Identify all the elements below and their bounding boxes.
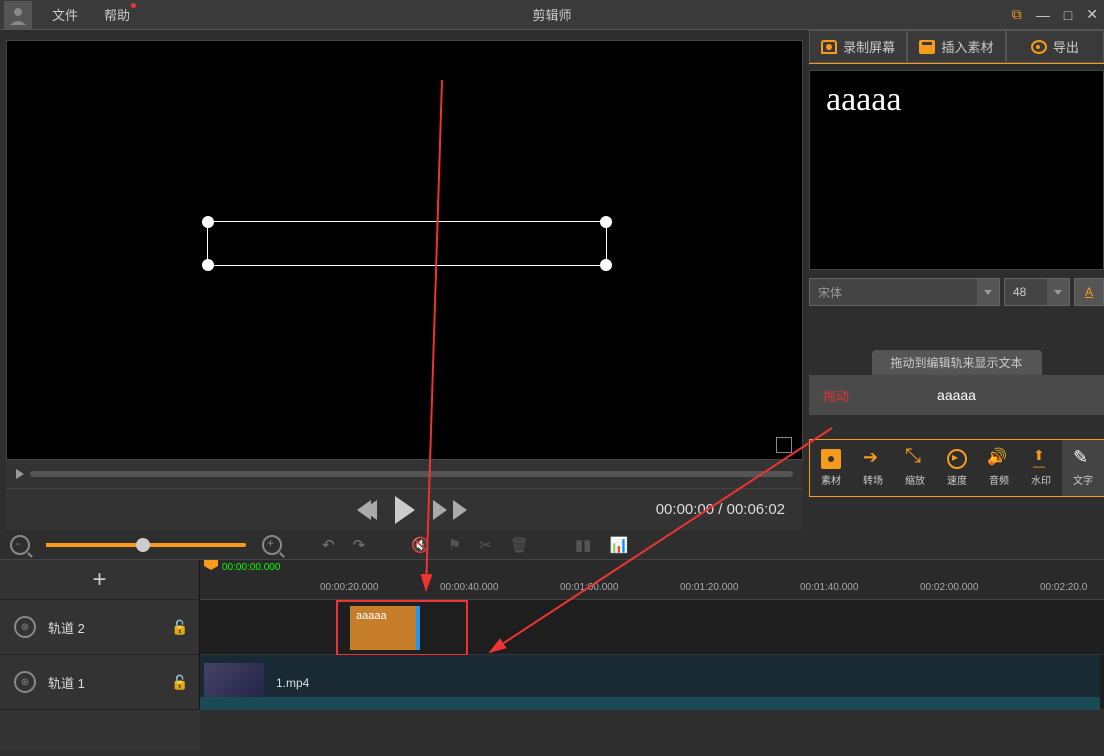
font-size-select[interactable]: 48 <box>1004 278 1070 306</box>
tool-transition[interactable]: 转场 <box>852 440 894 496</box>
font-color-button[interactable]: A <box>1074 278 1104 306</box>
bars-icon[interactable]: ▮▮ <box>575 536 592 554</box>
scale-icon <box>905 449 925 469</box>
undo-icon[interactable]: ↶ <box>322 536 335 554</box>
record-screen-button[interactable]: 录制屏幕 <box>809 30 907 63</box>
resize-handle-tr[interactable] <box>600 216 612 228</box>
text-drag-item[interactable]: 拖动 aaaaa <box>809 375 1104 415</box>
preview-area <box>6 40 803 460</box>
waveform <box>200 688 1100 710</box>
film-icon: ⊛ <box>14 671 36 693</box>
mute-icon[interactable]: 🔇 <box>411 536 430 554</box>
menu-file[interactable]: 文件 <box>52 5 78 24</box>
pencil-icon <box>1073 449 1093 469</box>
zoom-in-icon[interactable]: + <box>262 535 282 555</box>
popout-icon[interactable]: ⧉ <box>1012 6 1022 23</box>
seek-bar[interactable] <box>6 460 803 488</box>
text-overlay-box[interactable] <box>207 221 607 266</box>
delete-icon[interactable]: 🗑 <box>510 536 529 554</box>
zoom-slider[interactable] <box>46 543 246 547</box>
tool-scale[interactable]: 缩放 <box>894 440 936 496</box>
rewind-button[interactable] <box>363 500 377 520</box>
resize-handle-tl[interactable] <box>202 216 214 228</box>
font-select[interactable]: 宋体 <box>809 278 1000 306</box>
app-title: 剪辑师 <box>532 5 571 24</box>
menu-help[interactable]: 帮助 <box>104 5 130 24</box>
resize-handle-br[interactable] <box>600 259 612 271</box>
speed-icon <box>947 449 967 469</box>
timeline-ruler[interactable]: 00:00:00.000 00:00:20.000 00:00:40.000 0… <box>200 560 1104 600</box>
track-1-lane[interactable]: 1.mp4 <box>200 655 1104 710</box>
timecode-display: 00:00:00 / 00:06:02 <box>656 501 785 518</box>
minimize-button[interactable]: — <box>1036 7 1050 23</box>
lock-icon[interactable]: 🔓 <box>171 619 187 635</box>
close-button[interactable]: ✕ <box>1086 6 1098 23</box>
flag-icon[interactable]: ⚑ <box>448 536 461 554</box>
arrow-icon <box>863 449 883 469</box>
user-avatar[interactable] <box>4 1 32 29</box>
text-preview-label: aaaaa <box>937 387 976 403</box>
forward-button[interactable] <box>433 500 447 520</box>
text-input[interactable]: aaaaa <box>809 70 1104 270</box>
text-clip[interactable]: aaaaa <box>350 606 420 650</box>
mini-play-icon[interactable] <box>16 469 24 479</box>
track-2-lane[interactable]: aaaaa <box>200 600 1104 655</box>
playhead[interactable]: 00:00:00.000 <box>210 562 280 573</box>
insert-media-button[interactable]: 插入素材 <box>907 30 1005 63</box>
track-header-2[interactable]: ⊛ 轨道 2 🔓 <box>0 600 200 655</box>
fullscreen-icon[interactable] <box>776 437 792 453</box>
tool-audio[interactable]: 音频 <box>978 440 1020 496</box>
film-icon: ⊛ <box>14 616 36 638</box>
tool-speed[interactable]: 速度 <box>936 440 978 496</box>
maximize-button[interactable]: □ <box>1064 7 1072 23</box>
export-button[interactable]: 导出 <box>1006 30 1104 63</box>
chart-icon[interactable]: 📊 <box>609 536 628 554</box>
redo-icon[interactable]: ↷ <box>353 536 366 554</box>
volume-icon <box>989 449 1009 469</box>
zoom-out-icon[interactable]: - <box>10 535 30 555</box>
tool-text[interactable]: 文字 <box>1062 440 1104 496</box>
play-button[interactable] <box>395 496 415 524</box>
watermark-icon <box>1031 449 1051 469</box>
track-header-1[interactable]: ⊛ 轨道 1 🔓 <box>0 655 200 710</box>
hint-tab: 拖动到编辑轨来显示文本 <box>872 350 1042 375</box>
tool-watermark[interactable]: 水印 <box>1020 440 1062 496</box>
resize-handle-bl[interactable] <box>202 259 214 271</box>
folder-icon <box>821 449 841 469</box>
cut-icon[interactable]: ✂ <box>479 536 492 554</box>
tool-media[interactable]: 素材 <box>810 440 852 496</box>
video-clip[interactable]: 1.mp4 <box>200 655 1100 710</box>
add-track-button[interactable]: + <box>0 560 200 600</box>
lock-icon[interactable]: 🔓 <box>171 674 187 690</box>
drag-label: 拖动 <box>823 386 849 405</box>
